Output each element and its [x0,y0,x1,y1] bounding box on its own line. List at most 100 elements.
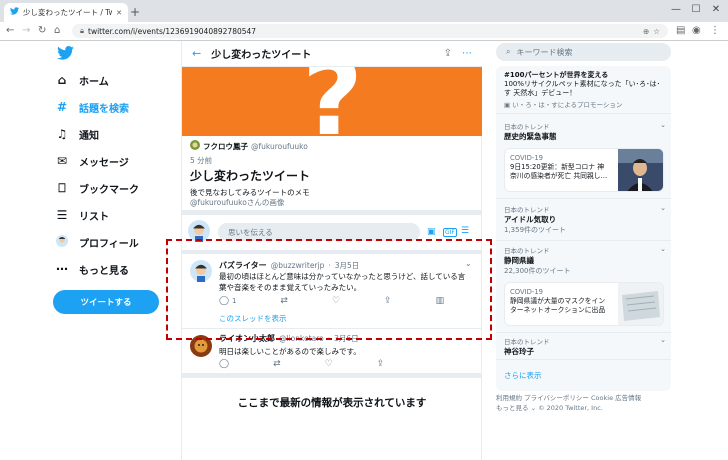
share-icon[interactable]: ⇪ [444,48,452,59]
tab-close-icon[interactable]: ✕ [116,9,122,17]
trend-count: 22,300件のツイート [504,267,571,275]
promo-title: #100パーセントが世界を変える [504,71,609,79]
menu-icon[interactable]: ⋮ [710,25,720,36]
more-icon: ⋯ [56,262,68,276]
browser-tabstrip: 少し変わったツイート / Twitter ✕ + — ☐ ✕ [0,0,728,22]
trend-category: 日本のトレンド [504,247,550,255]
gif-icon[interactable]: GIF [443,228,457,237]
news-card-image [618,283,663,325]
avatar-icon [55,234,69,250]
author-avatar [190,140,200,153]
trend-item[interactable]: 日本のトレンド 歴史的緊急事態 ⌄ [504,121,666,142]
promo-by: い・ろ・は・すによるプロモーション [512,100,623,109]
moment-time: 5 分前 [190,156,213,165]
trend-category: 日本のトレンド [504,338,550,346]
image-icon[interactable]: ▣ [427,227,436,237]
news-card[interactable]: COVID-19 9日15:20更新：新型コロナ 神奈川の感染者が死亡 共同親し… [504,148,664,192]
news-card-text: 9日15:20更新：新型コロナ 神奈川の感染者が死亡 共同親し… [510,163,608,181]
chevron-down-icon[interactable]: ⌄ [660,245,666,253]
back-icon[interactable]: ← [6,25,14,36]
bell-icon: ♫ [56,127,68,141]
nav-item-label: リスト [79,211,109,223]
share-icon[interactable]: ⇪ [377,359,385,369]
more-options-icon[interactable]: ⋯ [462,48,472,59]
chevron-down-icon[interactable]: ⌄ [660,336,666,344]
news-card-tag: COVID-19 [510,154,543,162]
url-field[interactable]: 🔒︎ twitter.com/i/events/1236919040892780… [72,24,668,38]
footer-links: 利用規約 プライバシーポリシー Cookie 広告情報 もっと見る ⌄ © 20… [496,393,672,414]
minimize-button[interactable]: — [668,4,684,15]
image-credit: @fukuroufuukoさんの画像 [190,198,285,207]
trend-name: 静岡県議 [504,256,534,265]
retweet-icon[interactable]: ⇄ [273,359,281,369]
trend-name: アイドル気取り [504,215,557,224]
promoted-trend[interactable]: #100パーセントが世界を変える 100%リサイクルペット素材になった「い･ろ･… [504,70,664,109]
show-more-link[interactable]: さらに表示 [504,370,542,381]
news-card[interactable]: COVID-19 静岡県議が大量のマスクをインターネットオークションに出品 [504,282,664,326]
twitter-logo-icon[interactable] [57,46,74,63]
nav-item-lists[interactable]: ☰ リスト [55,205,175,225]
tweet-text: 明日は楽しいことがあるので楽しみです。 [219,347,361,356]
tweet-button[interactable]: ツイートする [53,290,159,314]
maximize-button[interactable]: ☐ [688,4,704,15]
promo-text: 100%リサイクルペット素材になった「い･ろ･は･す 天然水」デビュー！ [504,80,661,98]
highlight-box [166,239,492,340]
nav-item-label: メッセージ [79,157,129,169]
search-input[interactable]: ⌕ キーワード検索 [496,43,671,61]
hashtag-icon: # [56,100,68,114]
nav-item-home[interactable]: ⌂ ホーム [55,70,175,90]
reply-icon[interactable]: ◯ [219,359,229,369]
nav-item-messages[interactable]: ✉ メッセージ [55,151,175,171]
trend-item[interactable]: 日本のトレンド アイドル気取り 1,359件のツイート ⌄ [504,204,666,235]
footer-line[interactable]: 利用規約 プライバシーポリシー Cookie 広告情報 [496,393,672,403]
account-icon[interactable]: ◉ [692,25,701,36]
footer-line[interactable]: もっと見る ⌄ © 2020 Twitter, Inc. [496,403,672,413]
forward-icon[interactable]: → [22,25,30,36]
browser-tab[interactable]: 少し変わったツイート / Twitter ✕ [4,3,128,22]
twitter-page: ⌂ ホーム # 話題を検索 ♫ 通知 ✉ メッセージ ⎕ ブックマーク ☰ リス… [0,41,728,460]
settings-icon[interactable]: ⊕ [643,27,649,36]
extension-icon[interactable]: ▤ [676,25,685,36]
list-icon: ☰ [56,208,68,222]
home-button-icon[interactable]: ⌂ [54,25,60,36]
back-arrow-icon[interactable]: ← [192,47,201,60]
trend-name: 神谷玲子 [504,347,534,356]
nav-item-profile[interactable]: プロフィール [55,232,175,252]
like-icon[interactable]: ♡ [325,359,333,369]
trend-name: 歴史的緊急事態 [504,132,557,141]
trend-item[interactable]: 日本のトレンド 神谷玲子 ⌄ [504,336,666,357]
author-handle: @fukuroufuuko [251,142,308,151]
moment-header: ← 少し変わったツイート ⇪ ⋯ [182,41,482,67]
mail-icon: ✉ [56,154,68,168]
trend-category: 日本のトレンド [504,123,550,131]
end-of-feed-message: ここまで最新の情報が表示されています [237,397,427,409]
home-icon: ⌂ [57,73,67,87]
moment-author[interactable]: フクロウ鳳子 @fukuroufuuko [190,140,308,153]
chevron-down-icon[interactable]: ⌄ [660,204,666,212]
left-sidebar: ⌂ ホーム # 話題を検索 ♫ 通知 ✉ メッセージ ⎕ ブックマーク ☰ リス… [45,41,175,460]
nav-item-notifications[interactable]: ♫ 通知 [55,124,175,144]
trend-item[interactable]: 日本のトレンド 静岡県議 22,300件のツイート ⌄ [504,245,666,276]
page-title: 少し変わったツイート [211,50,312,61]
nav-item-bookmarks[interactable]: ⎕ ブックマーク [55,178,175,198]
bookmark-icon: ⎕ [58,180,66,195]
news-card-tag: COVID-19 [510,288,543,296]
poll-icon[interactable]: ☰ [461,226,469,236]
question-mark-graphic: ? [302,67,363,136]
close-window-button[interactable]: ✕ [708,4,724,15]
nav-item-more[interactable]: ⋯ もっと見る [55,259,175,279]
tweet-actions: ◯ ⇄ ♡ ⇪ [219,359,384,369]
chevron-down-icon[interactable]: ⌄ [660,121,666,129]
trend-count: 1,359件のツイート [504,226,567,234]
moment-title: 少し変わったツイート [190,169,311,183]
nav-item-label: もっと見る [79,265,129,277]
url-text: twitter.com/i/events/1236919040892780547 [88,26,257,36]
lock-icon: 🔒︎ [80,26,84,35]
twitter-bird-icon [10,7,19,18]
nav-item-explore[interactable]: # 話題を検索 [55,97,175,117]
new-tab-button[interactable]: + [130,5,140,19]
news-card-text: 静岡県議が大量のマスクをインターネットオークションに出品 [510,297,606,315]
browser-tab-title: 少し変わったツイート / Twitter [23,8,113,17]
star-icon[interactable]: ☆ [653,27,660,36]
reload-icon[interactable]: ↻ [38,25,46,36]
